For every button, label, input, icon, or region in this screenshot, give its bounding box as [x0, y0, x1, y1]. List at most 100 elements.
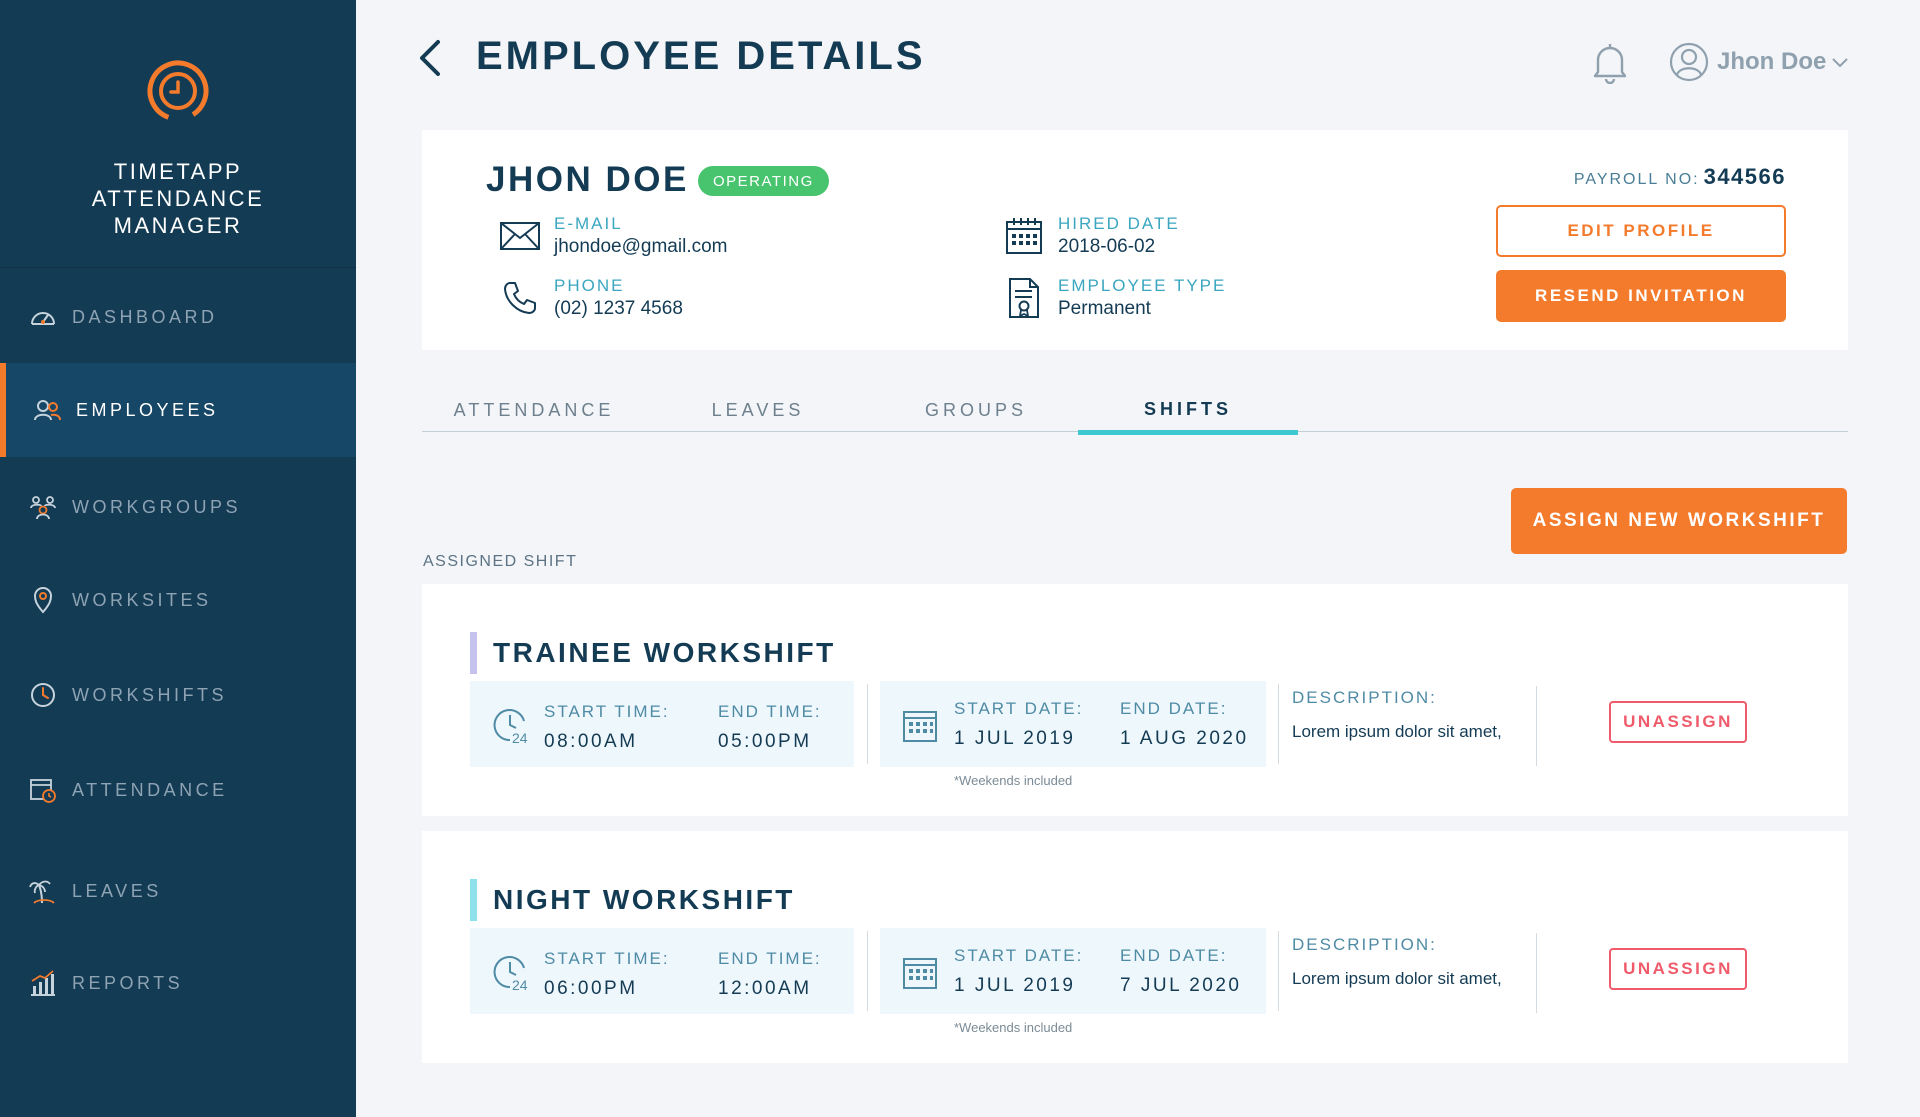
start-time-label: START TIME: — [544, 702, 670, 721]
hired-date-field: HIRED DATE 2018-06-02 — [1002, 214, 1180, 260]
group-icon — [28, 492, 58, 522]
resend-invitation-button[interactable]: RESEND INVITATION — [1496, 270, 1786, 322]
assign-new-workshift-button[interactable]: ASSIGN NEW WORKSHIFT — [1511, 488, 1847, 554]
clock-icon — [28, 680, 58, 710]
assigned-shift-label: ASSIGNED SHIFT — [423, 553, 578, 570]
end-time-value: 05:00PM — [718, 731, 812, 752]
brand: TIMETAPP ATTENDANCE MANAGER — [0, 0, 356, 268]
description-value: Lorem ipsum dolor sit amet, — [1292, 722, 1502, 741]
user-avatar-icon — [1669, 42, 1709, 82]
phone-label: PHONE — [554, 276, 625, 295]
description-label: DESCRIPTION: — [1292, 935, 1437, 954]
divider — [1278, 931, 1279, 1011]
end-date: END DATE: 1 AUG 2020 — [1120, 698, 1249, 750]
end-date-value: 7 JUL 2020 — [1120, 975, 1242, 996]
hired-date-value: 2018-06-02 — [1058, 236, 1156, 257]
shift-title: NIGHT WORKSHIFT — [470, 879, 795, 921]
shift-date-box: START DATE: 1 JUL 2019 END DATE: 1 AUG 2… — [880, 681, 1266, 767]
employee-type-field: EMPLOYEE TYPE Permanent — [1002, 276, 1226, 322]
sidebar-item-employees[interactable]: EMPLOYEES — [0, 363, 356, 457]
sidebar-item-reports[interactable]: REPORTS — [0, 936, 356, 1030]
calendar-icon — [903, 711, 937, 742]
end-time: END TIME: 05:00PM — [718, 701, 822, 753]
svg-text:24: 24 — [512, 977, 528, 992]
calendar-clock-icon — [28, 775, 58, 805]
edit-profile-button[interactable]: EDIT PROFILE — [1496, 205, 1786, 257]
end-date-label: END DATE: — [1120, 699, 1228, 718]
user-menu[interactable]: Jhon Doe — [1669, 40, 1850, 84]
phone-field: PHONE (02) 1237 4568 — [498, 276, 683, 322]
email-label: E-MAIL — [554, 214, 623, 233]
shift-title: TRAINEE WORKSHIFT — [470, 632, 836, 674]
sidebar-item-workgroups[interactable]: WORKGROUPS — [0, 460, 356, 554]
start-date: START DATE: 1 JUL 2019 — [954, 698, 1083, 750]
divider — [867, 931, 868, 1011]
employee-type-label: EMPLOYEE TYPE — [1058, 276, 1227, 295]
start-date: START DATE: 1 JUL 2019 — [954, 945, 1083, 997]
page-header: EMPLOYEE DETAILS Jhon Doe — [356, 0, 1920, 120]
tab-attendance[interactable]: ATTENDANCE — [424, 388, 644, 432]
calendar-icon — [903, 958, 937, 989]
calendar-icon — [1002, 214, 1046, 258]
tab-groups[interactable]: GROUPS — [866, 388, 1086, 432]
start-time-value: 06:00PM — [544, 978, 638, 999]
weekends-note: *Weekends included — [954, 773, 1073, 788]
unassign-button[interactable]: UNASSIGN — [1609, 701, 1747, 743]
shift-card-trainee: TRAINEE WORKSHIFT 24 START TIME: 08:00AM… — [422, 584, 1848, 816]
sidebar-item-attendance[interactable]: ATTENDANCE — [0, 743, 356, 837]
start-time: START TIME: 08:00AM — [544, 701, 670, 753]
end-date-label: END DATE: — [1120, 946, 1228, 965]
tab-leaves[interactable]: LEAVES — [648, 388, 868, 432]
start-date-label: START DATE: — [954, 699, 1084, 718]
employee-profile-card: JHON DOE OPERATING E-MAIL jhondoe@gmail.… — [422, 130, 1848, 350]
sidebar-item-label: REPORTS — [72, 972, 184, 993]
end-date-value: 1 AUG 2020 — [1120, 728, 1249, 749]
sidebar-item-label: WORKGROUPS — [72, 496, 242, 517]
email-field: E-MAIL jhondoe@gmail.com — [498, 214, 728, 260]
end-date: END DATE: 7 JUL 2020 — [1120, 945, 1241, 997]
sidebar-item-dashboard[interactable]: DASHBOARD — [0, 270, 356, 364]
payroll-label: PAYROLL NO: — [1573, 171, 1700, 188]
sidebar-item-label: ATTENDANCE — [72, 779, 228, 800]
email-value[interactable]: jhondoe@gmail.com — [554, 234, 728, 260]
tab-shifts[interactable]: SHIFTS — [1078, 388, 1298, 435]
divider — [1278, 684, 1279, 764]
phone-value: (02) 1237 4568 — [554, 298, 683, 319]
end-time-value: 12:00AM — [718, 978, 812, 999]
shift-description: DESCRIPTION: Lorem ipsum dolor sit amet, — [1292, 935, 1502, 989]
sidebar-item-label: WORKSITES — [72, 589, 212, 610]
sidebar-item-worksites[interactable]: WORKSITES — [0, 553, 356, 647]
user-name: Jhon Doe — [1717, 48, 1827, 75]
timetapp-logo-icon — [147, 60, 209, 122]
back-arrow-icon[interactable] — [416, 38, 446, 78]
sidebar-item-workshifts[interactable]: WORKSHIFTS — [0, 648, 356, 742]
hired-date-label: HIRED DATE — [1058, 214, 1180, 233]
end-time-label: END TIME: — [718, 949, 822, 968]
employee-type-value: Permanent — [1058, 298, 1151, 319]
shift-time-box: 24 START TIME: 08:00AM END TIME: 05:00PM — [470, 681, 854, 767]
employee-name: JHON DOE — [486, 160, 689, 199]
svg-text:24: 24 — [512, 730, 528, 745]
app-name: TIMETAPP ATTENDANCE MANAGER — [91, 159, 265, 238]
certificate-icon — [1002, 276, 1046, 320]
start-time: START TIME: 06:00PM — [544, 948, 670, 1000]
chevron-down-icon — [1832, 58, 1849, 68]
sidebar-item-leaves[interactable]: LEAVES — [0, 844, 356, 938]
bell-icon[interactable] — [1590, 40, 1630, 84]
sidebar: TIMETAPP ATTENDANCE MANAGER DASHBOARD EM… — [0, 0, 356, 1117]
clock-24-icon: 24 — [493, 709, 528, 745]
start-date-value: 1 JUL 2019 — [954, 975, 1076, 996]
weekends-note: *Weekends included — [954, 1020, 1073, 1035]
start-time-value: 08:00AM — [544, 731, 638, 752]
unassign-button[interactable]: UNASSIGN — [1609, 948, 1747, 990]
start-date-value: 1 JUL 2019 — [954, 728, 1076, 749]
status-badge: OPERATING — [698, 166, 829, 196]
description-value: Lorem ipsum dolor sit amet, — [1292, 969, 1502, 988]
payroll-value: 344566 — [1703, 164, 1786, 189]
speedometer-icon — [28, 302, 58, 332]
envelope-icon — [498, 214, 542, 258]
phone-icon — [498, 276, 542, 320]
payroll-number: PAYROLL NO: 344566 — [1574, 164, 1786, 190]
map-pin-icon — [28, 585, 58, 615]
sidebar-item-label: EMPLOYEES — [76, 399, 219, 420]
